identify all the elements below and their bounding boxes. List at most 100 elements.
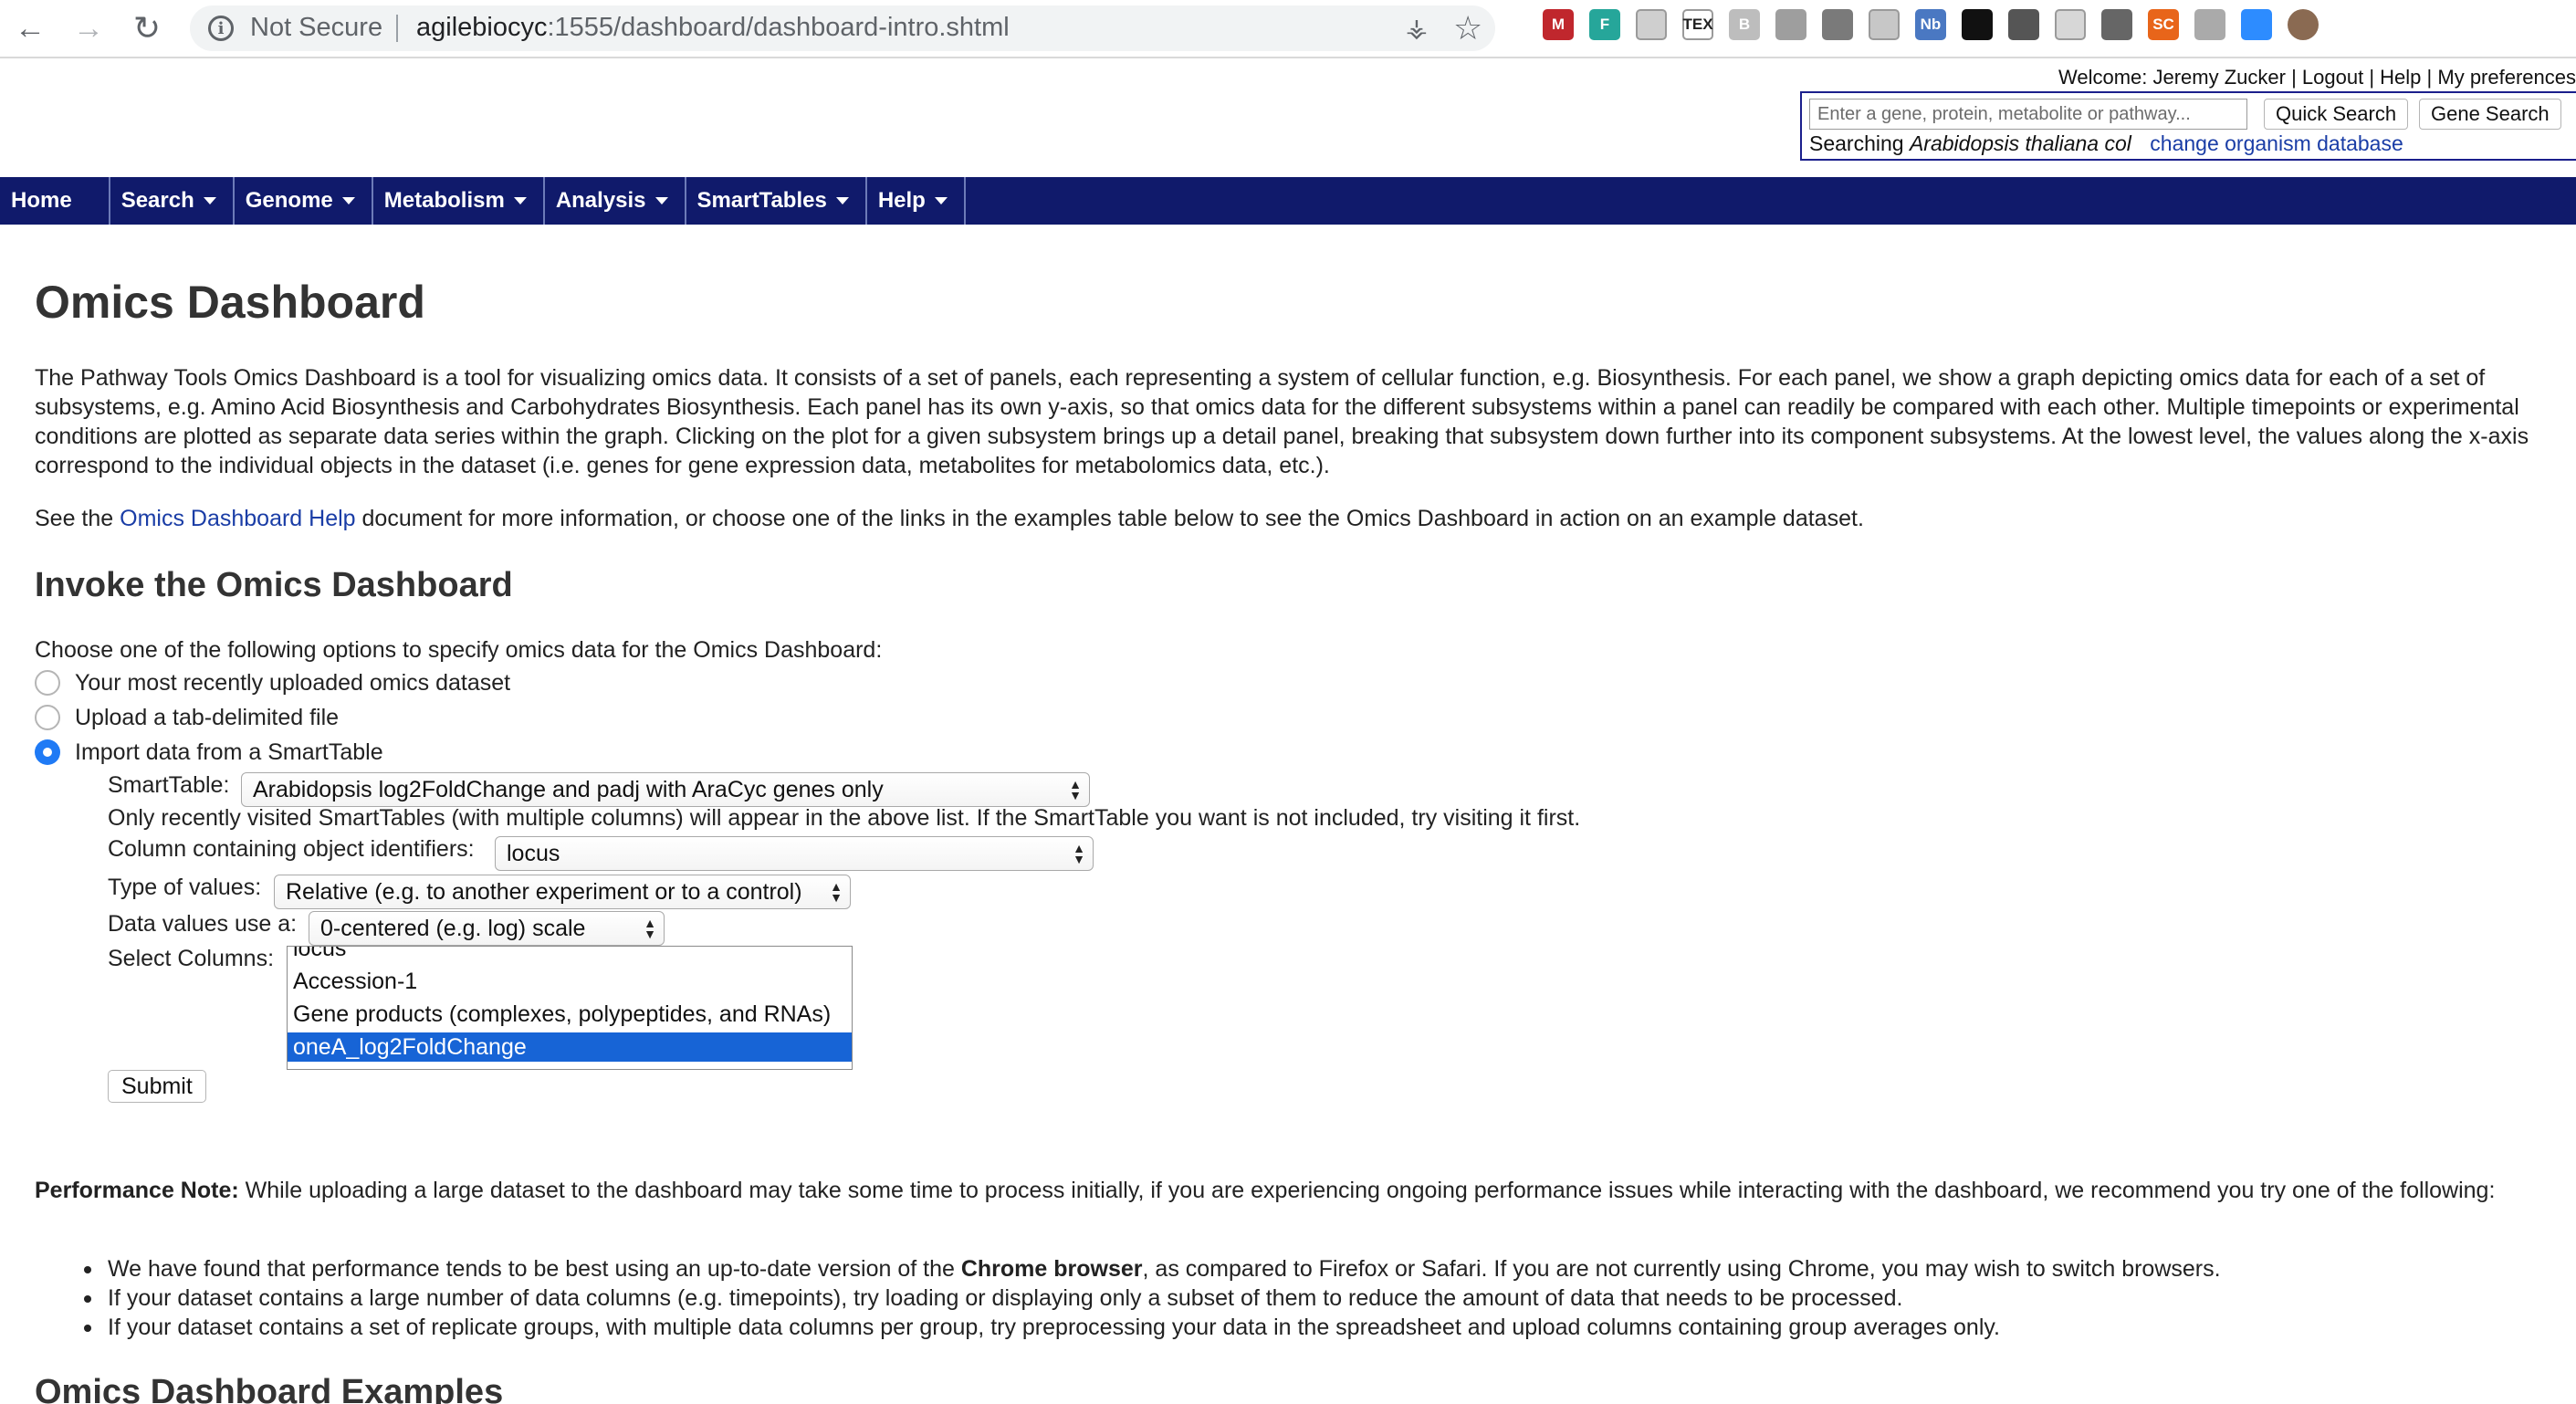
mendeley-extension-icon[interactable]: M (1543, 9, 1574, 40)
info-icon[interactable]: i (208, 16, 234, 41)
radio-button-selected[interactable] (35, 739, 60, 765)
forward-arrow-icon[interactable]: → (66, 5, 111, 51)
caret-down-icon (654, 197, 668, 204)
page-extension-icon[interactable] (1636, 9, 1667, 40)
list-item: If your dataset contains a set of replic… (35, 1313, 2554, 1342)
star-icon[interactable]: ☆ (1453, 9, 1482, 47)
help-paragraph: See the Omics Dashboard Help document fo… (35, 504, 1864, 533)
nav-item-analysis[interactable]: Analysis (545, 177, 686, 225)
smarttable-value: Arabidopsis log2FoldChange and padj with… (253, 776, 884, 802)
address-divider (396, 15, 398, 42)
quick-search-panel: Quick Search Gene Search Searching Arabi… (1800, 91, 2576, 161)
performance-note-text: While uploading a large dataset to the d… (238, 1178, 2496, 1203)
select-arrows-icon: ▲ ▼ (644, 916, 656, 941)
tip-bold: Chrome browser (960, 1256, 1143, 1282)
smarttable-label: SmartTable: (108, 772, 230, 798)
option-label: Your most recently uploaded omics datase… (75, 669, 511, 696)
zoom-extension-icon[interactable] (2241, 9, 2272, 40)
scale-value: 0-centered (e.g. log) scale (320, 915, 586, 941)
lock-extension-icon[interactable] (1962, 9, 1993, 40)
performance-note-label: Performance Note: (35, 1178, 239, 1203)
column-id-value: locus (507, 840, 560, 866)
value-type-value: Relative (e.g. to another experiment or … (286, 878, 802, 905)
back-arrow-icon[interactable]: ← (7, 5, 53, 51)
bi-extension-icon[interactable]: B (1729, 9, 1760, 40)
tip-text: If your dataset contains a large number … (108, 1285, 1903, 1311)
nav-item-help[interactable]: Help (867, 177, 966, 225)
search-input[interactable] (1809, 99, 2247, 130)
reload-icon[interactable]: ↻ (124, 5, 170, 51)
choose-label: Choose one of the following options to s… (35, 637, 883, 663)
smarttable-note: Only recently visited SmartTables (with … (108, 805, 1581, 831)
select-columns-listbox[interactable]: locus Accession-1 Gene products (complexes… (287, 946, 853, 1070)
quick-search-button[interactable]: Quick Search (2264, 99, 2409, 130)
invoke-heading: Invoke the Omics Dashboard (35, 566, 513, 604)
gray-extension-icon[interactable] (1775, 9, 1806, 40)
option-upload-file[interactable]: Upload a tab-delimited file (35, 701, 339, 734)
preferences-link[interactable]: My preferences (2437, 66, 2576, 89)
value-type-label: Type of values: (108, 875, 262, 900)
caret-down-icon (341, 197, 355, 204)
see-suffix: document for more information, or choose… (355, 506, 1864, 531)
caret-down-icon (835, 197, 849, 204)
nav-item-search[interactable]: Search (110, 177, 235, 225)
column-id-select[interactable]: locus ▲ ▼ (495, 836, 1094, 871)
url-path: :1555/dashboard/dashboard-intro.shtml (547, 13, 1010, 42)
code-extension-icon[interactable] (2008, 9, 2039, 40)
address-bar[interactable]: i Not Secure agilebiocyc:1555/dashboard/… (190, 5, 1495, 51)
radio-button[interactable] (35, 670, 60, 696)
caret-down-icon (203, 197, 216, 204)
logout-link[interactable]: Logout (2302, 66, 2363, 89)
fox-extension-icon[interactable] (2194, 9, 2225, 40)
submit-button[interactable]: Submit (108, 1070, 206, 1103)
tex-extension-icon[interactable]: TEX (1682, 9, 1713, 40)
performance-note: Performance Note: While uploading a larg… (35, 1176, 2554, 1205)
gene-search-button[interactable]: Gene Search (2419, 99, 2561, 130)
omics-dashboard-help-link[interactable]: Omics Dashboard Help (120, 506, 355, 531)
nav-item-label: Help (877, 188, 926, 213)
list-item: If your dataset contains a large number … (35, 1284, 2554, 1313)
url-text[interactable]: agilebiocyc:1555/dashboard/dashboard-int… (416, 13, 1010, 43)
sc-extension-icon[interactable]: SC (2148, 9, 2179, 40)
shield-extension-icon[interactable] (1822, 9, 1853, 40)
smarttable-select[interactable]: Arabidopsis log2FoldChange and padj with… (241, 772, 1090, 807)
key-icon[interactable]: ⚶ (1406, 13, 1428, 43)
listbox-option[interactable]: oneA_log2FoldChange (288, 1032, 852, 1062)
option-label: Upload a tab-delimited file (75, 704, 340, 730)
scale-select[interactable]: 0-centered (e.g. log) scale ▲ ▼ (309, 911, 665, 946)
scale-label: Data values use a: (108, 911, 298, 937)
main-menu: Home Search Genome Metabolism Analysis SmartT… (0, 177, 2576, 225)
nb-extension-icon[interactable]: Nb (1915, 9, 1946, 40)
nav-item-label: Analysis (555, 188, 646, 213)
select-arrows-icon: ▲ ▼ (1073, 841, 1085, 866)
option-recent-dataset[interactable]: Your most recently uploaded omics datase… (35, 666, 510, 699)
profile-avatar[interactable] (2288, 9, 2319, 40)
nav-item-home[interactable]: Home (0, 177, 110, 225)
tip-text: If your dataset contains a set of replic… (108, 1315, 2000, 1340)
circle-extension-icon[interactable] (1869, 9, 1900, 40)
listbox-option[interactable]: locus (288, 947, 852, 963)
comment-extension-icon[interactable] (2055, 9, 2086, 40)
listbox-option[interactable]: Accession-1 (288, 967, 852, 996)
security-label: Not Secure (250, 13, 383, 42)
welcome-text: Welcome: Jeremy Zucker (2058, 66, 2286, 89)
listbox-option[interactable]: Gene products (complexes, polypeptides, … (288, 1000, 852, 1029)
nav-item-smarttables[interactable]: SmartTables (686, 177, 867, 225)
nav-item-label: SmartTables (696, 188, 827, 213)
f-extension-icon[interactable]: F (1589, 9, 1620, 40)
listbox-option[interactable]: oneA_padj (288, 1065, 852, 1069)
option-import-smarttable[interactable]: Import data from a SmartTable (35, 736, 383, 769)
tip-text: We have found that performance tends to … (108, 1256, 961, 1282)
user-links: Welcome: Jeremy Zucker | Logout | Help |… (2058, 66, 2576, 89)
radio-button[interactable] (35, 705, 60, 730)
nav-item-metabolism[interactable]: Metabolism (373, 177, 545, 225)
help-link[interactable]: Help (2380, 66, 2421, 89)
value-type-select[interactable]: Relative (e.g. to another experiment or … (274, 875, 851, 909)
nav-item-label: Metabolism (383, 188, 505, 213)
change-organism-link[interactable]: change organism database (2150, 131, 2403, 155)
bulb-extension-icon[interactable] (2101, 9, 2132, 40)
intro-paragraph: The Pathway Tools Omics Dashboard is a t… (35, 365, 2529, 478)
caret-down-icon (513, 197, 527, 204)
see-prefix: See the (35, 506, 120, 531)
nav-item-genome[interactable]: Genome (235, 177, 373, 225)
